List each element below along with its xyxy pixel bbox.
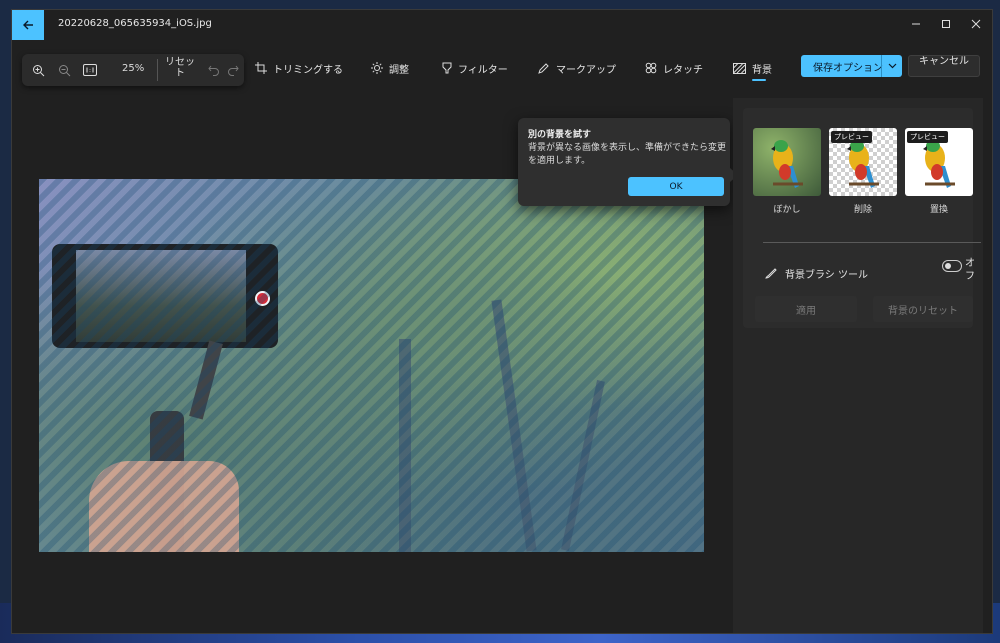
crop-icon (255, 62, 267, 74)
replace-label: 置換 (929, 205, 948, 215)
zoom-out-button[interactable] (56, 62, 72, 78)
tab-crop[interactable]: トリミングする (255, 59, 343, 77)
close-icon (971, 19, 981, 29)
reset-background-button[interactable]: 背景のリセット (873, 296, 973, 322)
background-icon (733, 62, 746, 74)
background-option-blur[interactable]: ぼかし (753, 128, 821, 215)
maximize-button[interactable] (930, 13, 962, 35)
background-brush-toggle[interactable] (942, 260, 962, 272)
actual-size-button[interactable] (82, 62, 98, 78)
tab-adjust[interactable]: 調整 (371, 59, 409, 77)
title-bar: 20220628_065635934_iOS.jpg (12, 10, 992, 40)
minimize-button[interactable] (900, 13, 932, 35)
background-selection-overlay (39, 179, 704, 552)
zoom-in-icon (32, 64, 44, 76)
background-panel: ぼかし プレビュー 削除 プレビュー 置換 背景ブラシ ツール オフ 適用 背景… (733, 98, 983, 633)
tab-markup[interactable]: マークアップ (538, 59, 616, 77)
background-options-card: ぼかし プレビュー 削除 プレビュー 置換 背景ブラシ ツール オフ (743, 108, 981, 328)
close-button[interactable] (960, 13, 992, 35)
actual-size-icon (83, 64, 97, 76)
pen-icon (538, 63, 549, 74)
zoom-level: 25% (122, 63, 145, 74)
brightness-icon (371, 62, 383, 74)
undo-icon (208, 65, 219, 76)
tab-retouch-label: レタッチ (663, 64, 703, 76)
save-options-button[interactable]: 保存オプション (801, 55, 902, 77)
back-button[interactable] (12, 10, 44, 40)
zoom-out-icon (58, 64, 70, 76)
maximize-icon (942, 20, 950, 28)
minimize-icon (912, 23, 920, 25)
save-options-label: 保存オプション (813, 62, 883, 74)
replace-thumbnail: プレビュー (905, 128, 973, 196)
tab-retouch[interactable]: レタッチ (645, 59, 703, 77)
file-title: 20220628_065635934_iOS.jpg (58, 18, 212, 29)
reset-button[interactable]: リセット (164, 57, 196, 79)
redo-button[interactable] (225, 62, 241, 78)
toggle-knob (945, 263, 951, 269)
remove-thumbnail: プレビュー (829, 128, 897, 196)
cancel-button[interactable]: キャンセル (908, 55, 980, 77)
arrow-left-icon (23, 20, 33, 30)
apply-button[interactable]: 適用 (755, 296, 857, 322)
background-option-remove[interactable]: プレビュー 削除 (829, 128, 897, 215)
toolbar-divider (157, 59, 158, 81)
background-option-replace[interactable]: プレビュー 置換 (905, 128, 973, 215)
chevron-down-icon (888, 63, 896, 69)
tab-markup-label: マークアップ (556, 64, 616, 76)
remove-label: 削除 (853, 205, 872, 215)
blur-thumbnail (753, 128, 821, 196)
save-options-dropdown[interactable] (881, 55, 902, 77)
tab-background-label: 背景 (752, 64, 772, 76)
blur-label: ぼかし (773, 205, 801, 215)
photos-editor-window: 20220628_065635934_iOS.jpg 25% リセット トリミン… (11, 9, 993, 634)
teaching-tip-ok-button[interactable]: OK (628, 177, 724, 196)
photo-canvas[interactable] (39, 179, 704, 552)
background-brush-label: 背景ブラシ ツール (785, 270, 868, 281)
filter-icon (442, 62, 452, 74)
undo-button[interactable] (206, 62, 222, 78)
zoom-in-button[interactable] (30, 62, 46, 78)
preview-badge: プレビュー (907, 131, 948, 143)
brush-icon (765, 268, 777, 279)
active-tab-indicator (752, 79, 766, 81)
background-brush-toggle-state: オフ (965, 258, 975, 282)
redo-icon (228, 65, 239, 76)
preview-badge: プレビュー (831, 131, 872, 143)
teaching-tip: 別の背景を試す 背景が異なる画像を表示し、準備ができたら変更を適用します。 OK (518, 118, 730, 206)
tab-crop-label: トリミングする (273, 64, 343, 76)
tab-background[interactable]: 背景 (733, 59, 772, 77)
tab-filter[interactable]: フィルター (442, 59, 508, 77)
background-brush-row: 背景ブラシ ツール オフ (765, 256, 983, 286)
teaching-tip-body: 背景が異なる画像を表示し、準備ができたら変更を適用します。 (528, 143, 727, 166)
panel-divider (763, 242, 981, 243)
tab-filter-label: フィルター (458, 64, 508, 76)
retouch-icon (645, 62, 657, 74)
zoom-toolbar: 25% リセット (22, 54, 244, 86)
tab-adjust-label: 調整 (389, 64, 409, 76)
parrot-image (771, 140, 803, 188)
teaching-tip-title: 別の背景を試す (528, 130, 592, 140)
